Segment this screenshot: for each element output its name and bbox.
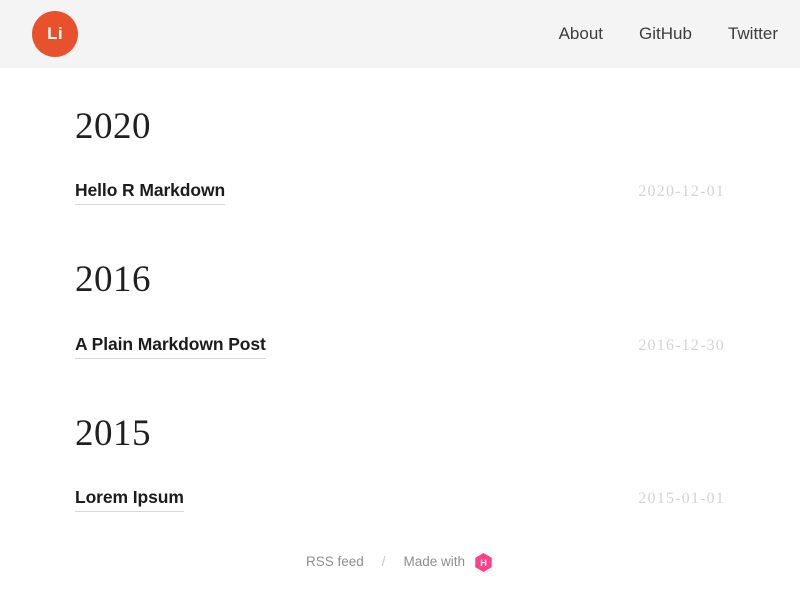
rss-feed-link[interactable]: RSS feed (306, 554, 364, 569)
nav-link-twitter[interactable]: Twitter (728, 24, 778, 44)
year-heading: 2015 (75, 412, 151, 454)
post-title-link[interactable]: A Plain Markdown Post (75, 334, 266, 359)
footer-separator: / (381, 554, 386, 569)
nav-link-about[interactable]: About (559, 24, 603, 44)
year-group: 2015 Lorem Ipsum 2015-01-01 (75, 411, 725, 512)
hugo-hexagon-icon[interactable]: H (473, 552, 494, 573)
site-footer: RSS feed / Made with H (0, 551, 800, 572)
year-group: 2020 Hello R Markdown 2020-12-01 (75, 104, 725, 206)
post-title-link[interactable]: Lorem Ipsum (75, 487, 184, 512)
site-header: Li About GitHub Twitter (0, 0, 800, 68)
post-date: 2015-01-01 (638, 489, 725, 507)
post-date: 2016-12-30 (638, 336, 725, 354)
year-heading: 2020 (75, 106, 151, 147)
main-navigation: About GitHub Twitter (559, 24, 778, 44)
year-heading: 2016 (75, 259, 151, 301)
post-archive-list: 2020 Hello R Markdown 2020-12-01 2016 A … (75, 68, 725, 512)
post-list-item: Lorem Ipsum 2015-01-01 (75, 465, 725, 512)
made-with-label: Made with (403, 554, 466, 569)
nav-link-github[interactable]: GitHub (639, 24, 692, 44)
svg-text:H: H (480, 558, 487, 568)
post-list-item: A Plain Markdown Post 2016-12-30 (75, 312, 725, 359)
post-title-link[interactable]: Hello R Markdown (75, 180, 225, 206)
post-date: 2020-12-01 (638, 183, 725, 201)
site-logo-text: Li (47, 24, 63, 43)
year-group: 2016 A Plain Markdown Post 2016-12-30 (75, 257, 725, 359)
post-list-item: Hello R Markdown 2020-12-01 (75, 158, 725, 206)
site-logo[interactable]: Li (32, 11, 78, 57)
